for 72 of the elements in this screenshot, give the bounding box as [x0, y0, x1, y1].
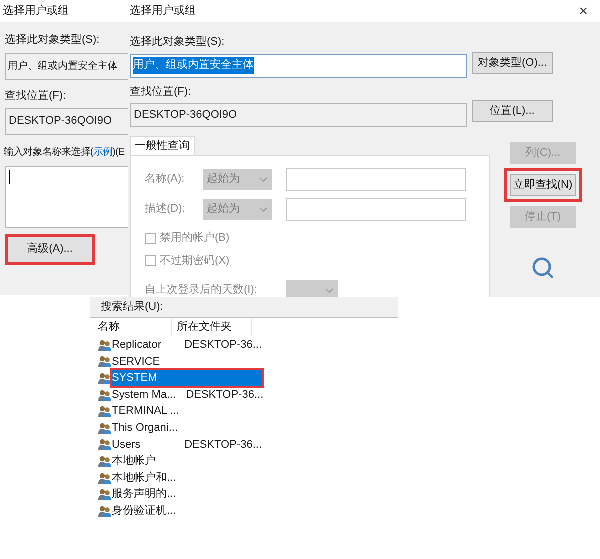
result-row[interactable]: Users DESKTOP-36... [112, 436, 262, 453]
result-name: Users [112, 438, 142, 453]
field-label: 描述(D): [145, 202, 186, 218]
field-label: 选择此对象类型(S): [130, 35, 226, 50]
tab[interactable]: 一般性查询 [130, 136, 195, 155]
field-value: 用户、组或内置安全主体 [133, 57, 254, 74]
users-icon [98, 472, 112, 485]
checkbox-label: 禁用的帐户(B) [160, 230, 230, 246]
result-row[interactable]: 服务声明的... [112, 486, 262, 503]
result-folder: DESKTOP-36... [184, 338, 262, 354]
result-name: 身份验证机... [112, 504, 178, 519]
result-row[interactable]: TERMINAL ... [112, 404, 262, 420]
locations-button[interactable]: 位置(L)... [472, 100, 553, 122]
field-label: 选择此对象类型(S): [5, 33, 101, 48]
users-icon [98, 388, 112, 402]
users-icon [98, 338, 112, 352]
chevron-icon [325, 288, 334, 294]
result-row[interactable]: SYSTEM [112, 370, 262, 386]
field-label: 查找位置(F): [5, 88, 68, 104]
window-title: 选择用户或组 [130, 4, 196, 19]
object-type-field[interactable]: 用户、组或内置安全主体 [5, 52, 128, 80]
result-name: TERMINAL ... [112, 404, 178, 420]
users-icon [98, 355, 112, 368]
location-field[interactable]: DESKTOP-36QOI9O [5, 108, 128, 135]
names-input-field[interactable] [5, 166, 128, 228]
result-name: SYSTEM [112, 371, 158, 386]
result-folder: DESKTOP-36... [184, 438, 262, 453]
result-row[interactable]: 身份验证机... [112, 503, 262, 520]
result-name: 本地帐户 [112, 454, 157, 470]
window-title: 选择用户或组 [3, 4, 69, 19]
result-row[interactable]: Replicator DESKTOP-36... [112, 337, 262, 354]
column-header[interactable]: 所在文件夹 [172, 318, 252, 336]
result-name: 本地帐户和... [112, 470, 178, 486]
column-header[interactable]: 名称 [90, 318, 172, 336]
field-label: 自上次登录后的天数(I): [145, 283, 258, 297]
users-icon [98, 488, 112, 502]
result-row[interactable]: This Organi... [112, 420, 262, 436]
example-link[interactable]: 示例 [93, 147, 113, 158]
checkbox[interactable] [145, 255, 156, 266]
result-name: System Ma... [112, 388, 176, 403]
chevron-icon [259, 176, 268, 182]
checkbox-label: 不过期密码(X) [160, 254, 230, 268]
field-label: 名称(A): [145, 172, 186, 188]
dropdown[interactable] [286, 280, 338, 297]
results-label: 搜索结果(U): [101, 300, 164, 315]
result-row[interactable]: 本地帐户和... [112, 470, 262, 486]
users-icon [98, 422, 112, 435]
result-folder: DESKTOP-36... [185, 388, 264, 403]
object-types-button[interactable]: 对象类型(O)... [472, 52, 553, 74]
object-type-field[interactable]: 用户、组或内置安全主体 [130, 54, 467, 78]
users-icon [98, 504, 112, 518]
field-label: 查找位置(F): [130, 84, 192, 100]
users-icon [98, 438, 112, 452]
result-row[interactable]: 本地帐户 [112, 453, 262, 470]
chevron-icon [259, 206, 268, 212]
description-input-field[interactable] [286, 198, 466, 221]
result-row[interactable]: System Ma... DESKTOP-36... [112, 387, 262, 404]
users-icon [98, 372, 112, 385]
result-name: This Organi... [112, 421, 178, 436]
users-icon [98, 405, 112, 418]
checkbox[interactable] [145, 232, 156, 244]
close-button[interactable]: × [579, 4, 588, 18]
name-input-field[interactable] [286, 168, 466, 191]
result-row[interactable]: SERVICE [112, 354, 262, 370]
location-field[interactable]: DESKTOP-36QOI9O [130, 103, 467, 127]
result-name: SERVICE [112, 354, 162, 370]
users-icon [98, 454, 112, 468]
field-label: 输入对象名称来选择(示例)(E [4, 146, 123, 160]
advanced-button[interactable]: 高级(A)... [5, 234, 95, 265]
result-name: 服务声明的... [112, 487, 178, 502]
search-icon [531, 256, 555, 280]
result-name: Replicator [112, 338, 163, 354]
